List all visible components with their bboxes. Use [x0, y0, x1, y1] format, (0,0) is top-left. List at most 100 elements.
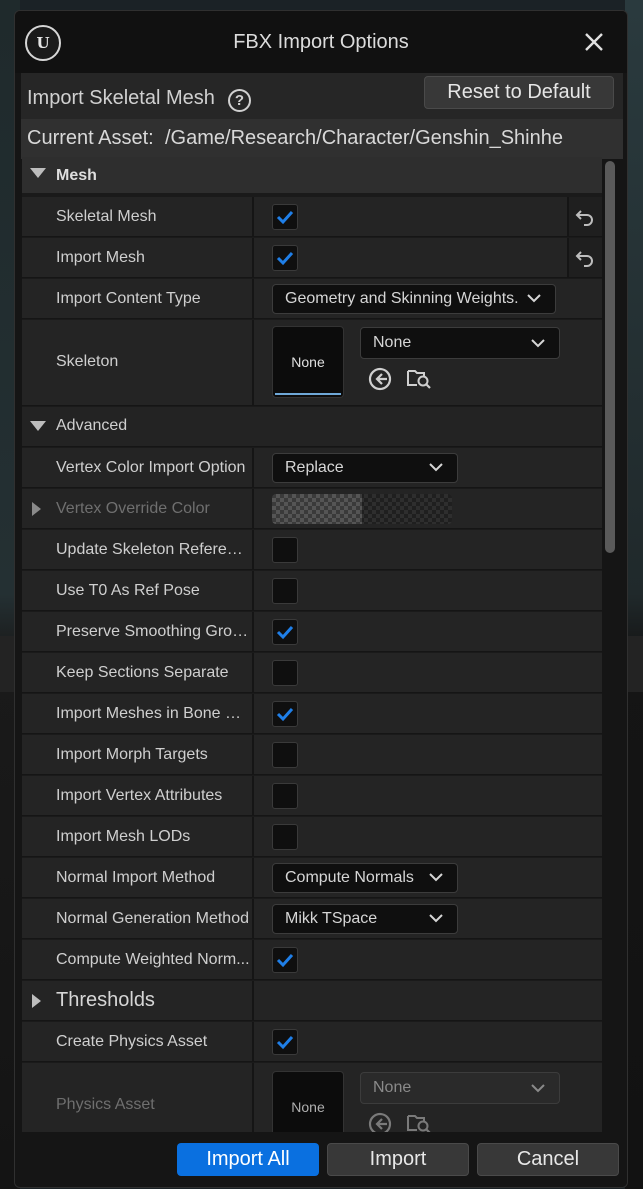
column-divider[interactable]: [252, 489, 254, 528]
thumbnail-label: None: [291, 354, 325, 370]
import-type-label: Import Skeletal Mesh: [27, 87, 215, 109]
cancel-button[interactable]: Cancel: [477, 1143, 619, 1176]
row-thresholds[interactable]: Thresholds: [22, 981, 602, 1021]
checkmark-icon: [276, 953, 294, 968]
details-panel: Mesh Skeletal Mesh Import Mesh Import Co…: [22, 157, 602, 1132]
column-divider[interactable]: [252, 448, 254, 487]
vertex-color-import-option-dropdown[interactable]: Replace: [272, 453, 458, 483]
column-divider[interactable]: [252, 981, 254, 1020]
import-all-button[interactable]: Import All: [177, 1143, 319, 1176]
title-bar[interactable]: U FBX Import Options: [15, 11, 627, 73]
column-divider[interactable]: [252, 279, 254, 318]
compute-weighted-normals-checkbox[interactable]: [272, 947, 298, 973]
update-skeleton-reference-checkbox[interactable]: [272, 537, 298, 563]
close-button[interactable]: [581, 29, 607, 55]
chevron-down-icon: [527, 294, 541, 303]
row-import-mesh-lods: Import Mesh LODs: [22, 817, 602, 857]
category-label: Advanced: [56, 417, 128, 434]
column-divider[interactable]: [252, 530, 254, 569]
checkmark-icon: [276, 625, 294, 640]
import-button[interactable]: Import: [327, 1143, 469, 1176]
reset-arrow-icon[interactable]: [575, 249, 595, 267]
column-divider[interactable]: [252, 612, 254, 651]
column-divider[interactable]: [252, 694, 254, 733]
property-label: Physics Asset: [56, 1096, 155, 1113]
details-scrollbar-thumb[interactable]: [605, 161, 615, 553]
reset-arrow-icon[interactable]: [575, 208, 595, 226]
row-normal-import-method: Normal Import Method Compute Normals: [22, 858, 602, 898]
dropdown-value: Replace: [285, 459, 344, 476]
category-mesh[interactable]: Mesh: [22, 157, 602, 195]
row-import-vertex-attributes: Import Vertex Attributes: [22, 776, 602, 816]
keep-sections-separate-checkbox[interactable]: [272, 660, 298, 686]
property-label: Vertex Color Import Option: [56, 459, 246, 476]
column-divider[interactable]: [252, 238, 254, 277]
property-label: Import Meshes in Bone Hi...: [56, 705, 251, 722]
row-import-morph-targets: Import Morph Targets: [22, 735, 602, 775]
reset-to-default-button[interactable]: Reset to Default: [424, 76, 614, 109]
reset-column: [567, 238, 602, 277]
browse-asset-icon[interactable]: [406, 365, 432, 391]
current-asset-row: Current Asset: /Game/Research/Character/…: [21, 119, 623, 159]
skeleton-asset-picker[interactable]: None: [360, 327, 560, 359]
skeletal-mesh-checkbox[interactable]: [272, 204, 298, 230]
column-divider[interactable]: [252, 858, 254, 897]
column-divider[interactable]: [252, 776, 254, 815]
vertex-override-color-swatch[interactable]: [272, 494, 452, 524]
dropdown-value: None: [373, 1079, 412, 1096]
import-vertex-attributes-checkbox[interactable]: [272, 783, 298, 809]
row-skeleton: Skeleton None None: [22, 320, 602, 406]
property-label: Import Content Type: [56, 290, 201, 307]
create-physics-asset-checkbox[interactable]: [272, 1029, 298, 1055]
skeleton-thumbnail[interactable]: None: [272, 326, 344, 398]
reset-column: [567, 197, 602, 236]
checkmark-icon: [276, 251, 294, 266]
checkmark-icon: [276, 707, 294, 722]
column-divider[interactable]: [252, 940, 254, 979]
import-mesh-lods-checkbox[interactable]: [272, 824, 298, 850]
column-divider[interactable]: [252, 653, 254, 692]
collapse-arrow-icon: [30, 168, 46, 178]
use-selected-asset-icon[interactable]: [367, 366, 393, 392]
column-divider[interactable]: [252, 735, 254, 774]
column-divider[interactable]: [252, 899, 254, 938]
preserve-smoothing-groups-checkbox[interactable]: [272, 619, 298, 645]
row-preserve-smoothing-groups: Preserve Smoothing Grou...: [22, 612, 602, 652]
normal-generation-method-dropdown[interactable]: Mikk TSpace: [272, 904, 458, 934]
row-use-t0-as-ref-pose: Use T0 As Ref Pose: [22, 571, 602, 611]
import-mesh-checkbox[interactable]: [272, 245, 298, 271]
thresholds-label: Thresholds: [56, 989, 155, 1011]
fbx-import-dialog: U FBX Import Options Import Skeletal Mes…: [14, 10, 628, 1188]
category-advanced[interactable]: Advanced: [22, 407, 602, 447]
expand-arrow-icon[interactable]: [32, 502, 41, 516]
dropdown-value: Mikk TSpace: [285, 910, 378, 927]
property-label: Create Physics Asset: [56, 1033, 208, 1050]
current-asset-path: /Game/Research/Character/Genshin_Shinhe: [165, 127, 563, 149]
browse-asset-icon: [407, 1115, 431, 1132]
row-vertex-override-color: Vertex Override Color: [22, 489, 602, 529]
physics-asset-picker: None: [360, 1072, 560, 1104]
dropdown-value: None: [373, 334, 412, 351]
expand-arrow-icon[interactable]: [32, 994, 41, 1008]
property-label: Normal Generation Method: [56, 910, 249, 927]
use-t0-as-ref-pose-checkbox[interactable]: [272, 578, 298, 604]
import-morph-targets-checkbox[interactable]: [272, 742, 298, 768]
property-label: Import Mesh: [56, 249, 145, 266]
row-normal-generation-method: Normal Generation Method Mikk TSpace: [22, 899, 602, 939]
chevron-down-icon: [531, 339, 545, 348]
column-divider[interactable]: [252, 197, 254, 236]
import-meshes-in-bone-hierarchy-checkbox[interactable]: [272, 701, 298, 727]
row-update-skeleton-reference: Update Skeleton Referenc...: [22, 530, 602, 570]
column-divider[interactable]: [252, 571, 254, 610]
chevron-down-icon: [429, 463, 443, 472]
column-divider[interactable]: [252, 1022, 254, 1061]
import-content-type-dropdown[interactable]: Geometry and Skinning Weights.: [272, 284, 556, 314]
chevron-down-icon: [531, 1084, 545, 1093]
column-divider[interactable]: [252, 817, 254, 856]
column-divider[interactable]: [252, 320, 254, 405]
normal-import-method-dropdown[interactable]: Compute Normals: [272, 863, 458, 893]
help-icon[interactable]: ?: [228, 89, 251, 112]
row-import-meshes-in-bone-hierarchy: Import Meshes in Bone Hi...: [22, 694, 602, 734]
column-divider[interactable]: [252, 1063, 254, 1132]
property-label: Skeletal Mesh: [56, 208, 157, 225]
